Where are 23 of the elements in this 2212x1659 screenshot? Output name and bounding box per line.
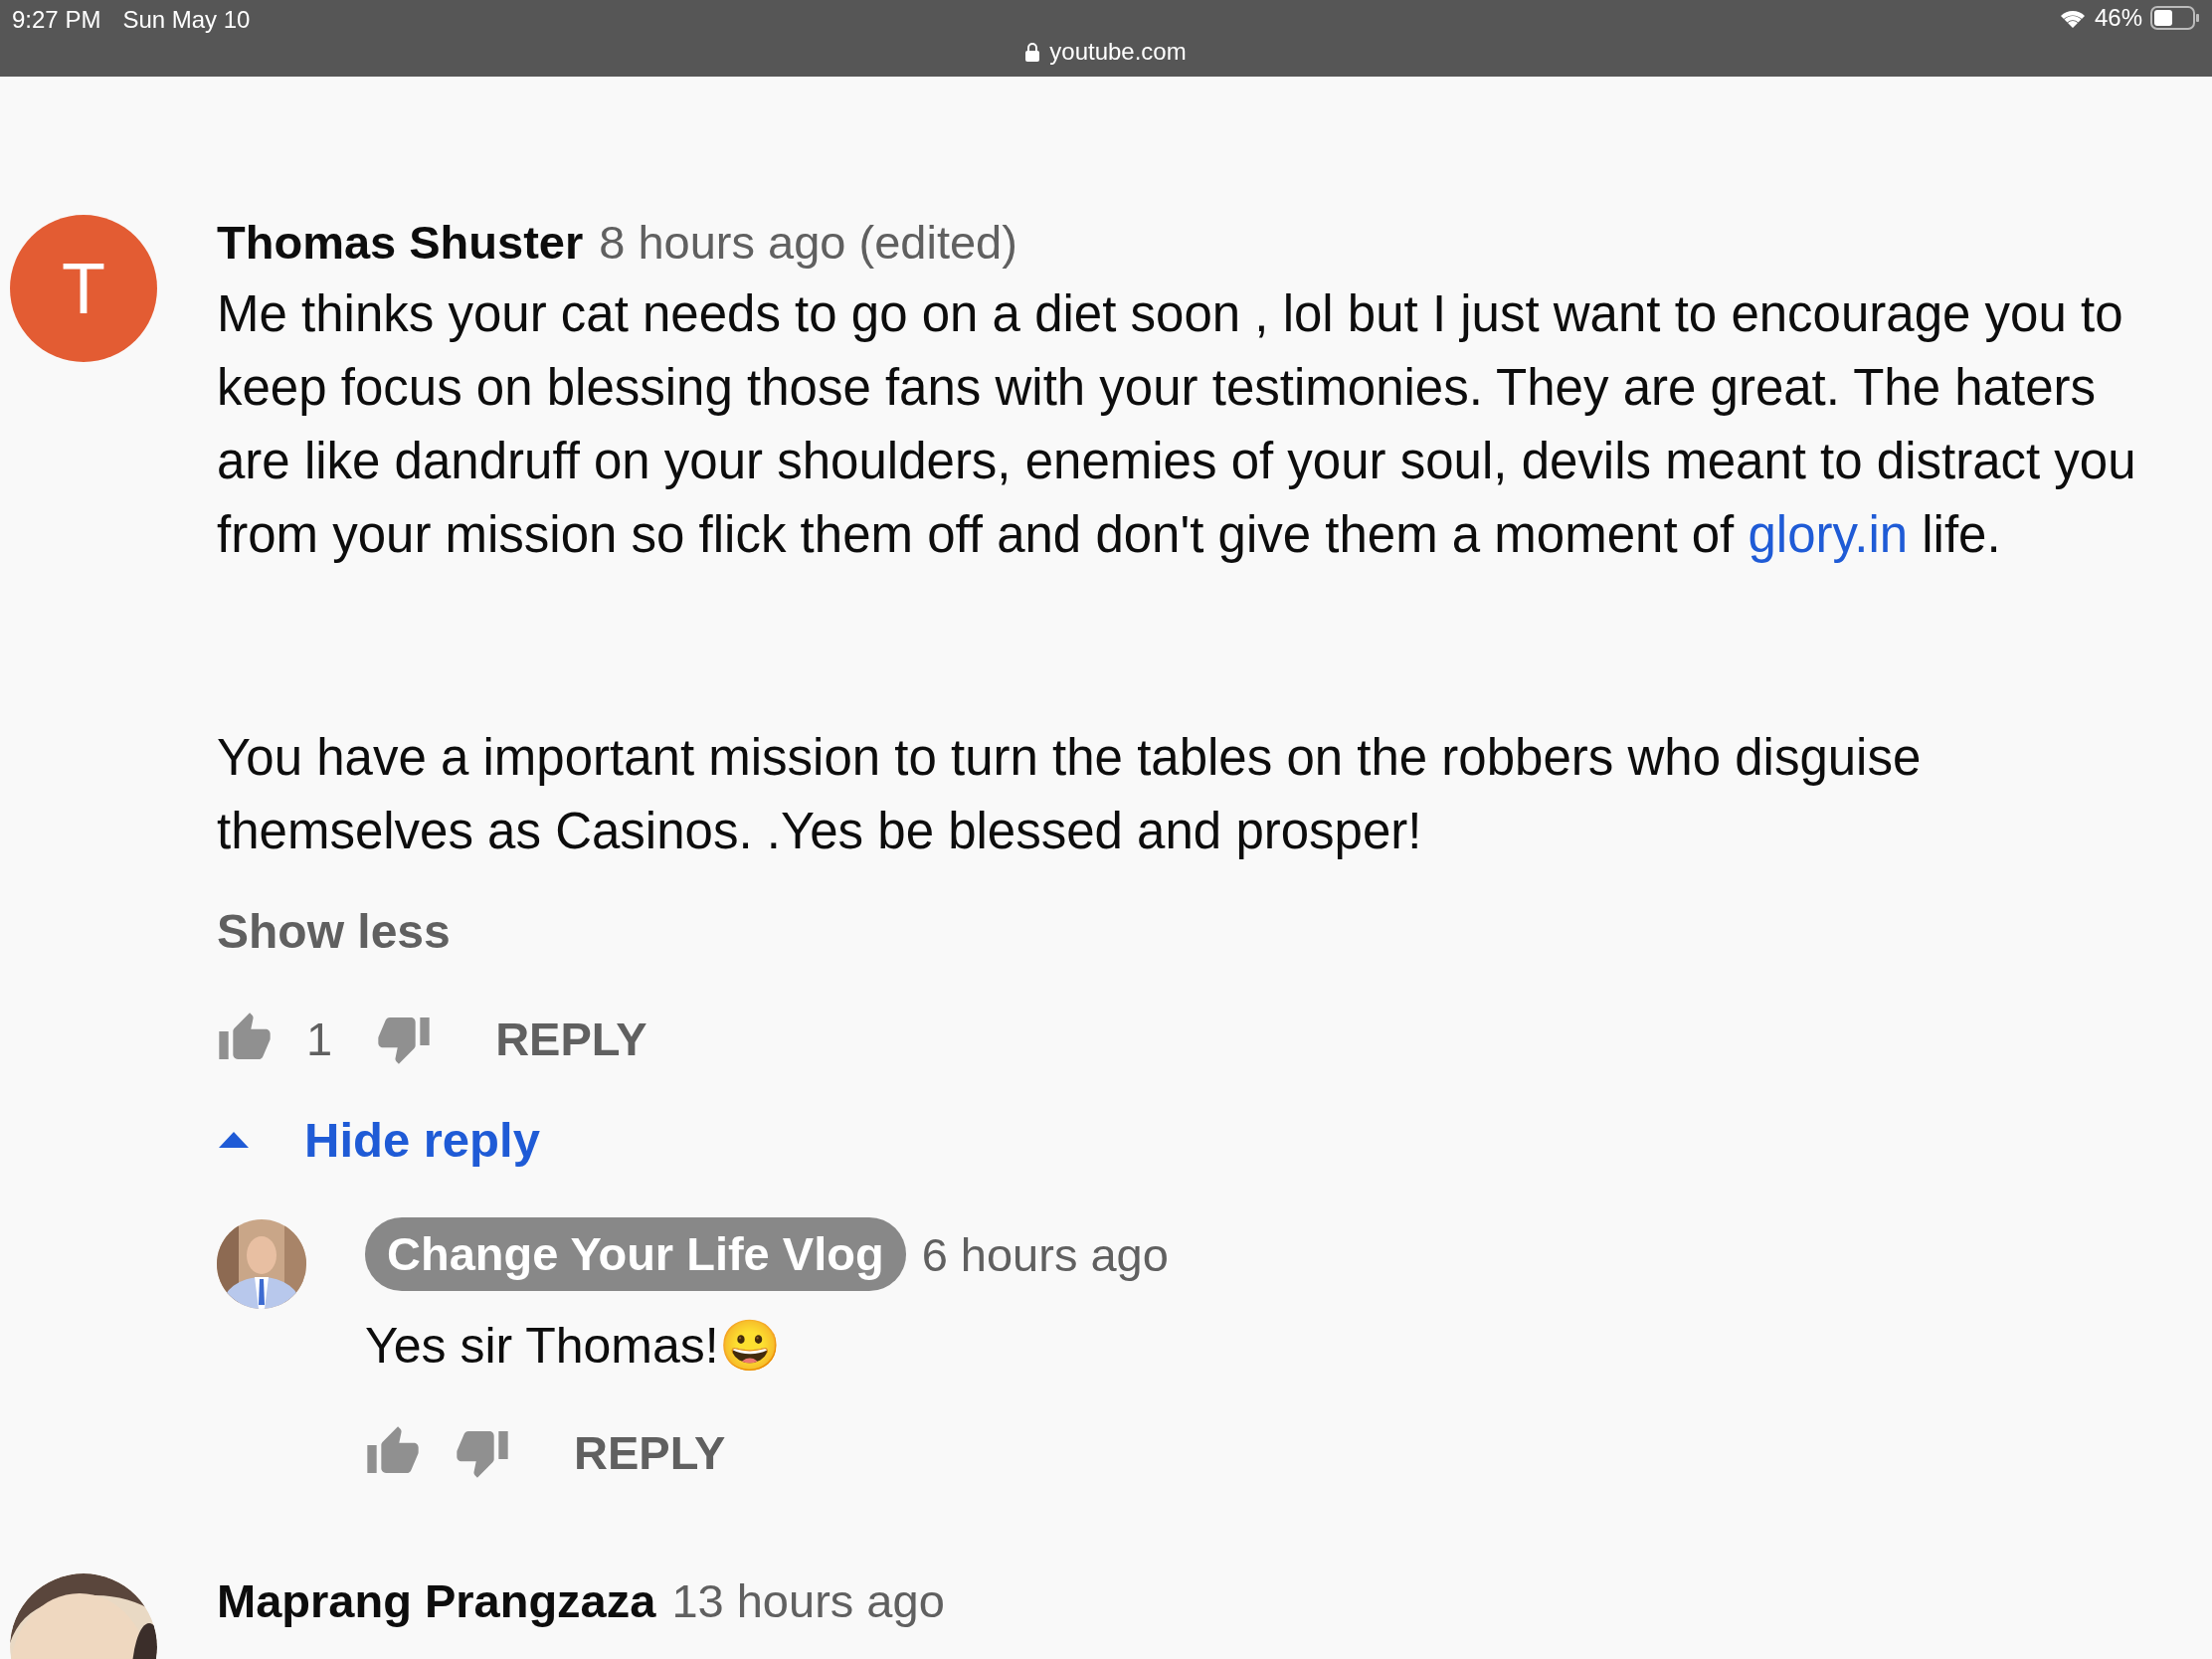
comment-text: You have a important mission to turn the tables on the robbers who disguise themselves as Casinos. .Yes be blessed and prosper!: [217, 728, 1923, 861]
like-count: 1: [306, 1011, 333, 1066]
reply-text: Yes sir Thomas!😀: [365, 1317, 782, 1376]
battery-percent: 46%: [2094, 4, 2142, 32]
clock: 9:27 PM: [12, 6, 101, 34]
show-less-button[interactable]: Show less: [217, 904, 451, 959]
hide-reply-button[interactable]: Hide reply: [217, 1112, 540, 1168]
reply-button[interactable]: REPLY: [495, 1011, 647, 1066]
comment-time[interactable]: 8 hours ago (edited): [599, 215, 1017, 270]
channel-name-badge[interactable]: Change Your Life Vlog: [365, 1217, 906, 1291]
author-name[interactable]: Maprang Prangzaza: [217, 1573, 656, 1628]
address-text[interactable]: youtube.com: [1049, 38, 1187, 66]
link[interactable]: glory.in: [1748, 506, 1909, 563]
lock-icon: [1025, 42, 1040, 62]
caret-up-icon: [219, 1132, 249, 1148]
reply-button[interactable]: REPLY: [574, 1424, 726, 1480]
comment-text: Me thinks your cat needs to go on a diet soon , lol but I just want to encourage you to keep focus on blessing those fans with your testimonies. They are great. The haters are like dandruff on your shoulders, enemies of your soul, devils meant to distract you from your mission so flick them off and don't give them a moment of glory.in life.: [217, 284, 2137, 565]
author-name[interactable]: Thomas Shuster: [217, 215, 584, 270]
battery-icon: [2150, 6, 2200, 30]
date: Sun May 10: [122, 6, 251, 34]
comment-time[interactable]: 6 hours ago: [921, 1226, 1169, 1282]
comment-time[interactable]: 13 hours ago: [671, 1573, 945, 1628]
avatar[interactable]: T: [10, 215, 157, 362]
